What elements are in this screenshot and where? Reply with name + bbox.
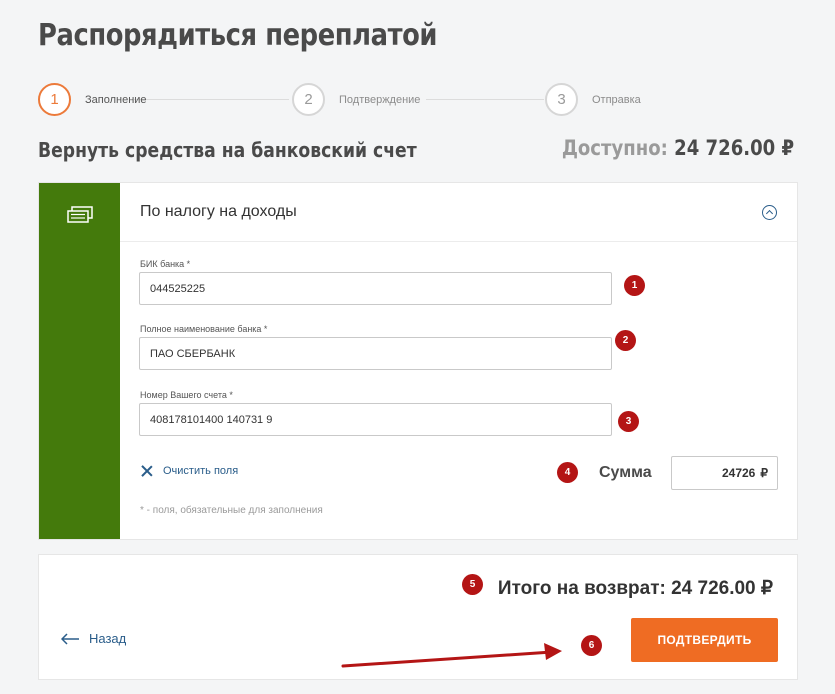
- step-number: 1: [38, 83, 71, 116]
- card-header[interactable]: По налогу на доходы: [120, 183, 797, 242]
- annotation-badge: 3: [618, 411, 639, 432]
- step-label: Подтверждение: [339, 93, 421, 106]
- step-label: Отправка: [592, 93, 641, 106]
- step-connector: [426, 99, 544, 100]
- annotation-arrow-icon: [341, 643, 562, 668]
- sum-label: Сумма: [599, 464, 652, 481]
- chevron-up-icon[interactable]: [762, 205, 777, 220]
- annotation-badge: 5: [462, 574, 483, 595]
- confirm-button[interactable]: ПОДТВЕРДИТЬ: [631, 618, 778, 662]
- step-confirm: 2 Подтверждение: [292, 83, 420, 116]
- annotation-badge: 2: [615, 330, 636, 351]
- account-number-field[interactable]: 408178101400 140731 9: [139, 403, 612, 436]
- total-refund: Итого на возврат: 24 726.00 ₽: [497, 578, 773, 599]
- arrow-left-icon: [61, 632, 79, 645]
- available-label: Доступно:: [561, 136, 668, 160]
- bank-name-label: Полное наименование банка *: [140, 324, 268, 334]
- required-note: * - поля, обязательные для заполнения: [140, 505, 323, 516]
- ruble-icon: ₽: [760, 466, 768, 480]
- refund-card: По налогу на доходы БИК банка * 04452522…: [38, 182, 798, 540]
- account-number-label: Номер Вашего счета *: [140, 390, 233, 400]
- money-icon: [67, 206, 93, 223]
- step-label: Заполнение: [85, 93, 147, 106]
- step-number: 3: [545, 83, 578, 116]
- step-connector: [134, 99, 289, 100]
- bik-field[interactable]: 044525225: [139, 272, 612, 305]
- back-label: Назад: [89, 631, 127, 646]
- page-title: Распорядиться переплатой: [38, 18, 438, 53]
- clear-fields-label: Очистить поля: [163, 465, 239, 477]
- card-title: По налогу на доходы: [140, 203, 297, 220]
- back-link[interactable]: Назад: [61, 631, 126, 646]
- card-side-bar: [39, 183, 120, 539]
- sum-field[interactable]: 24726 ₽: [671, 456, 778, 490]
- available-balance: Доступно: 24 726.00 ₽: [562, 136, 794, 160]
- step-send: 3 Отправка: [545, 83, 641, 116]
- bank-name-field[interactable]: ПАО СБЕРБАНК: [139, 337, 612, 370]
- section-subtitle: Вернуть средства на банковский счет: [38, 138, 417, 162]
- clear-fields-link[interactable]: Очистить поля: [141, 465, 238, 477]
- sum-value: 24726: [721, 466, 756, 480]
- step-number: 2: [292, 83, 325, 116]
- annotation-badge: 4: [557, 462, 578, 483]
- annotation-badge: 6: [581, 635, 602, 656]
- step-fill: 1 Заполнение: [38, 83, 147, 116]
- close-icon: [141, 465, 153, 477]
- annotation-badge: 1: [624, 275, 645, 296]
- bik-label: БИК банка *: [140, 259, 191, 269]
- stepper: 1 Заполнение 2 Подтверждение 3 Отправка: [38, 83, 641, 117]
- available-value: 24 726.00 ₽: [674, 136, 794, 160]
